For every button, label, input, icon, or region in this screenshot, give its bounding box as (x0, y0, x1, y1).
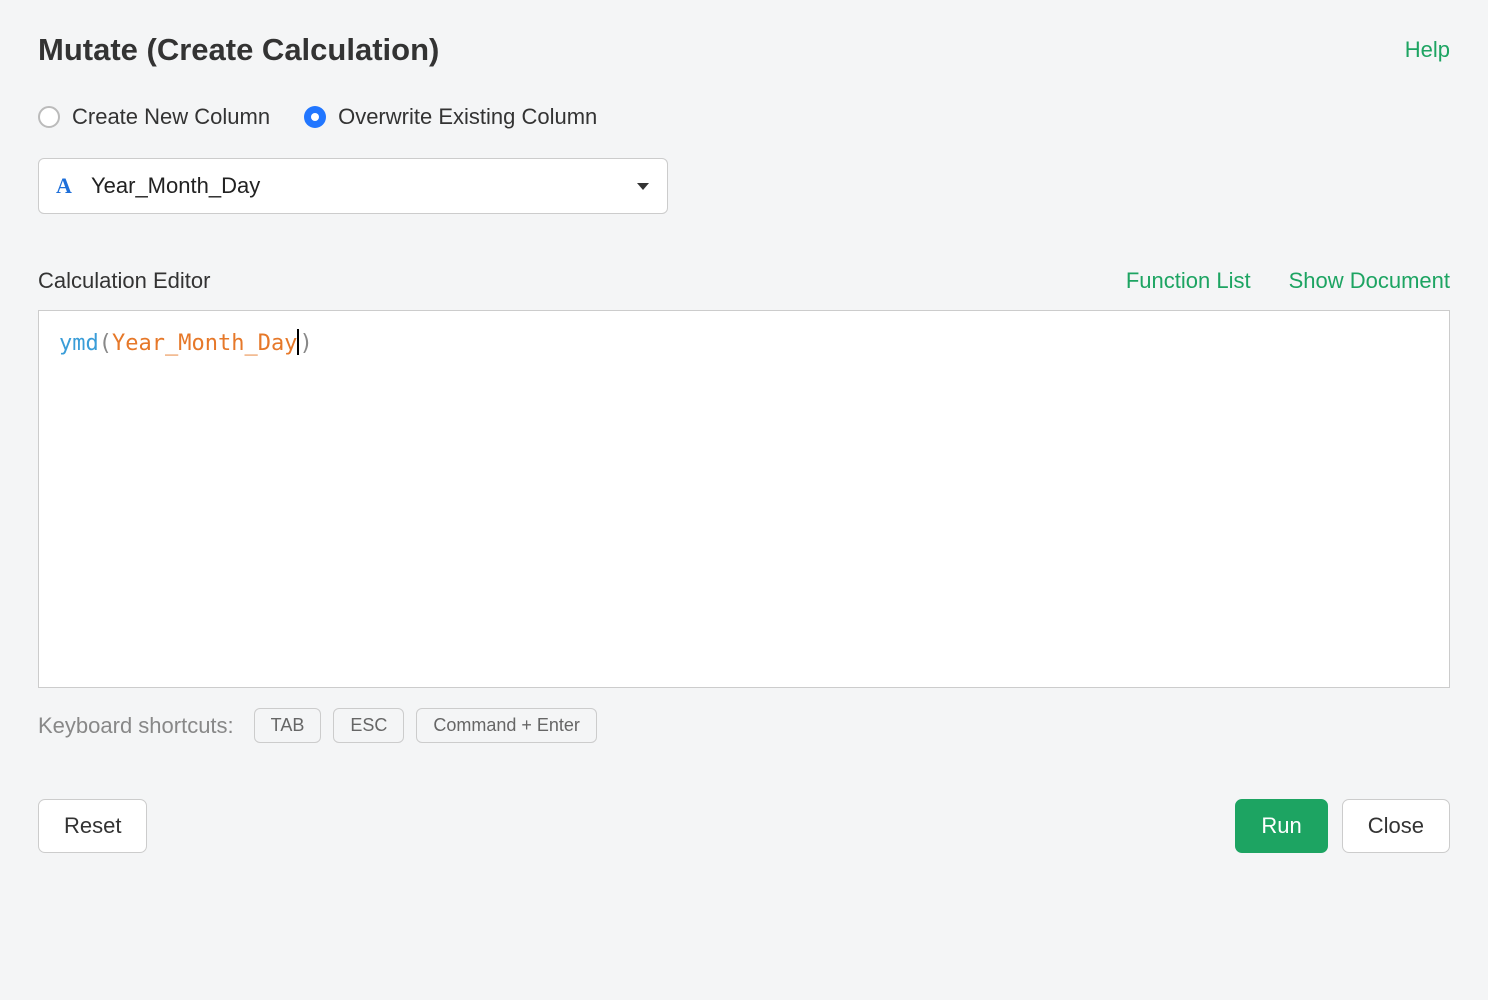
editor-header: Calculation Editor Function List Show Do… (38, 268, 1450, 294)
footer-right: Run Close (1235, 799, 1450, 853)
editor-links: Function List Show Document (1126, 268, 1450, 294)
help-link[interactable]: Help (1405, 37, 1450, 63)
function-list-link[interactable]: Function List (1126, 268, 1251, 294)
chevron-down-icon (637, 183, 649, 190)
editor-label: Calculation Editor (38, 268, 210, 294)
radio-label: Overwrite Existing Column (338, 104, 597, 130)
text-cursor-icon (297, 329, 299, 355)
run-button[interactable]: Run (1235, 799, 1327, 853)
mutate-dialog: Mutate (Create Calculation) Help Create … (0, 0, 1488, 891)
show-document-link[interactable]: Show Document (1289, 268, 1450, 294)
reset-button[interactable]: Reset (38, 799, 147, 853)
radio-icon (38, 106, 60, 128)
code-token-paren: ) (299, 331, 312, 356)
shortcuts-label: Keyboard shortcuts: (38, 713, 234, 739)
footer-row: Reset Run Close (38, 799, 1450, 853)
text-type-icon: A (53, 175, 75, 197)
radio-label: Create New Column (72, 104, 270, 130)
shortcut-key-esc: ESC (333, 708, 404, 743)
header-row: Mutate (Create Calculation) Help (38, 32, 1450, 68)
code-token-function: ymd (59, 331, 99, 356)
calculation-editor[interactable]: ymd(Year_Month_Day) (38, 310, 1450, 688)
column-select-dropdown[interactable]: A Year_Month_Day (38, 158, 668, 214)
shortcut-keys: TAB ESC Command + Enter (254, 708, 597, 743)
code-token-paren: ( (99, 331, 112, 356)
column-mode-radio-group: Create New Column Overwrite Existing Col… (38, 104, 1450, 130)
page-title: Mutate (Create Calculation) (38, 32, 439, 68)
close-button[interactable]: Close (1342, 799, 1450, 853)
shortcut-key-tab: TAB (254, 708, 322, 743)
shortcuts-row: Keyboard shortcuts: TAB ESC Command + En… (38, 708, 1450, 743)
radio-overwrite-existing-column[interactable]: Overwrite Existing Column (304, 104, 597, 130)
radio-icon (304, 106, 326, 128)
radio-create-new-column[interactable]: Create New Column (38, 104, 270, 130)
column-select-content: A Year_Month_Day (53, 173, 260, 199)
code-token-identifier: Year_Month_Day (112, 331, 297, 356)
selected-column-name: Year_Month_Day (91, 173, 260, 199)
shortcut-key-command-enter: Command + Enter (416, 708, 597, 743)
